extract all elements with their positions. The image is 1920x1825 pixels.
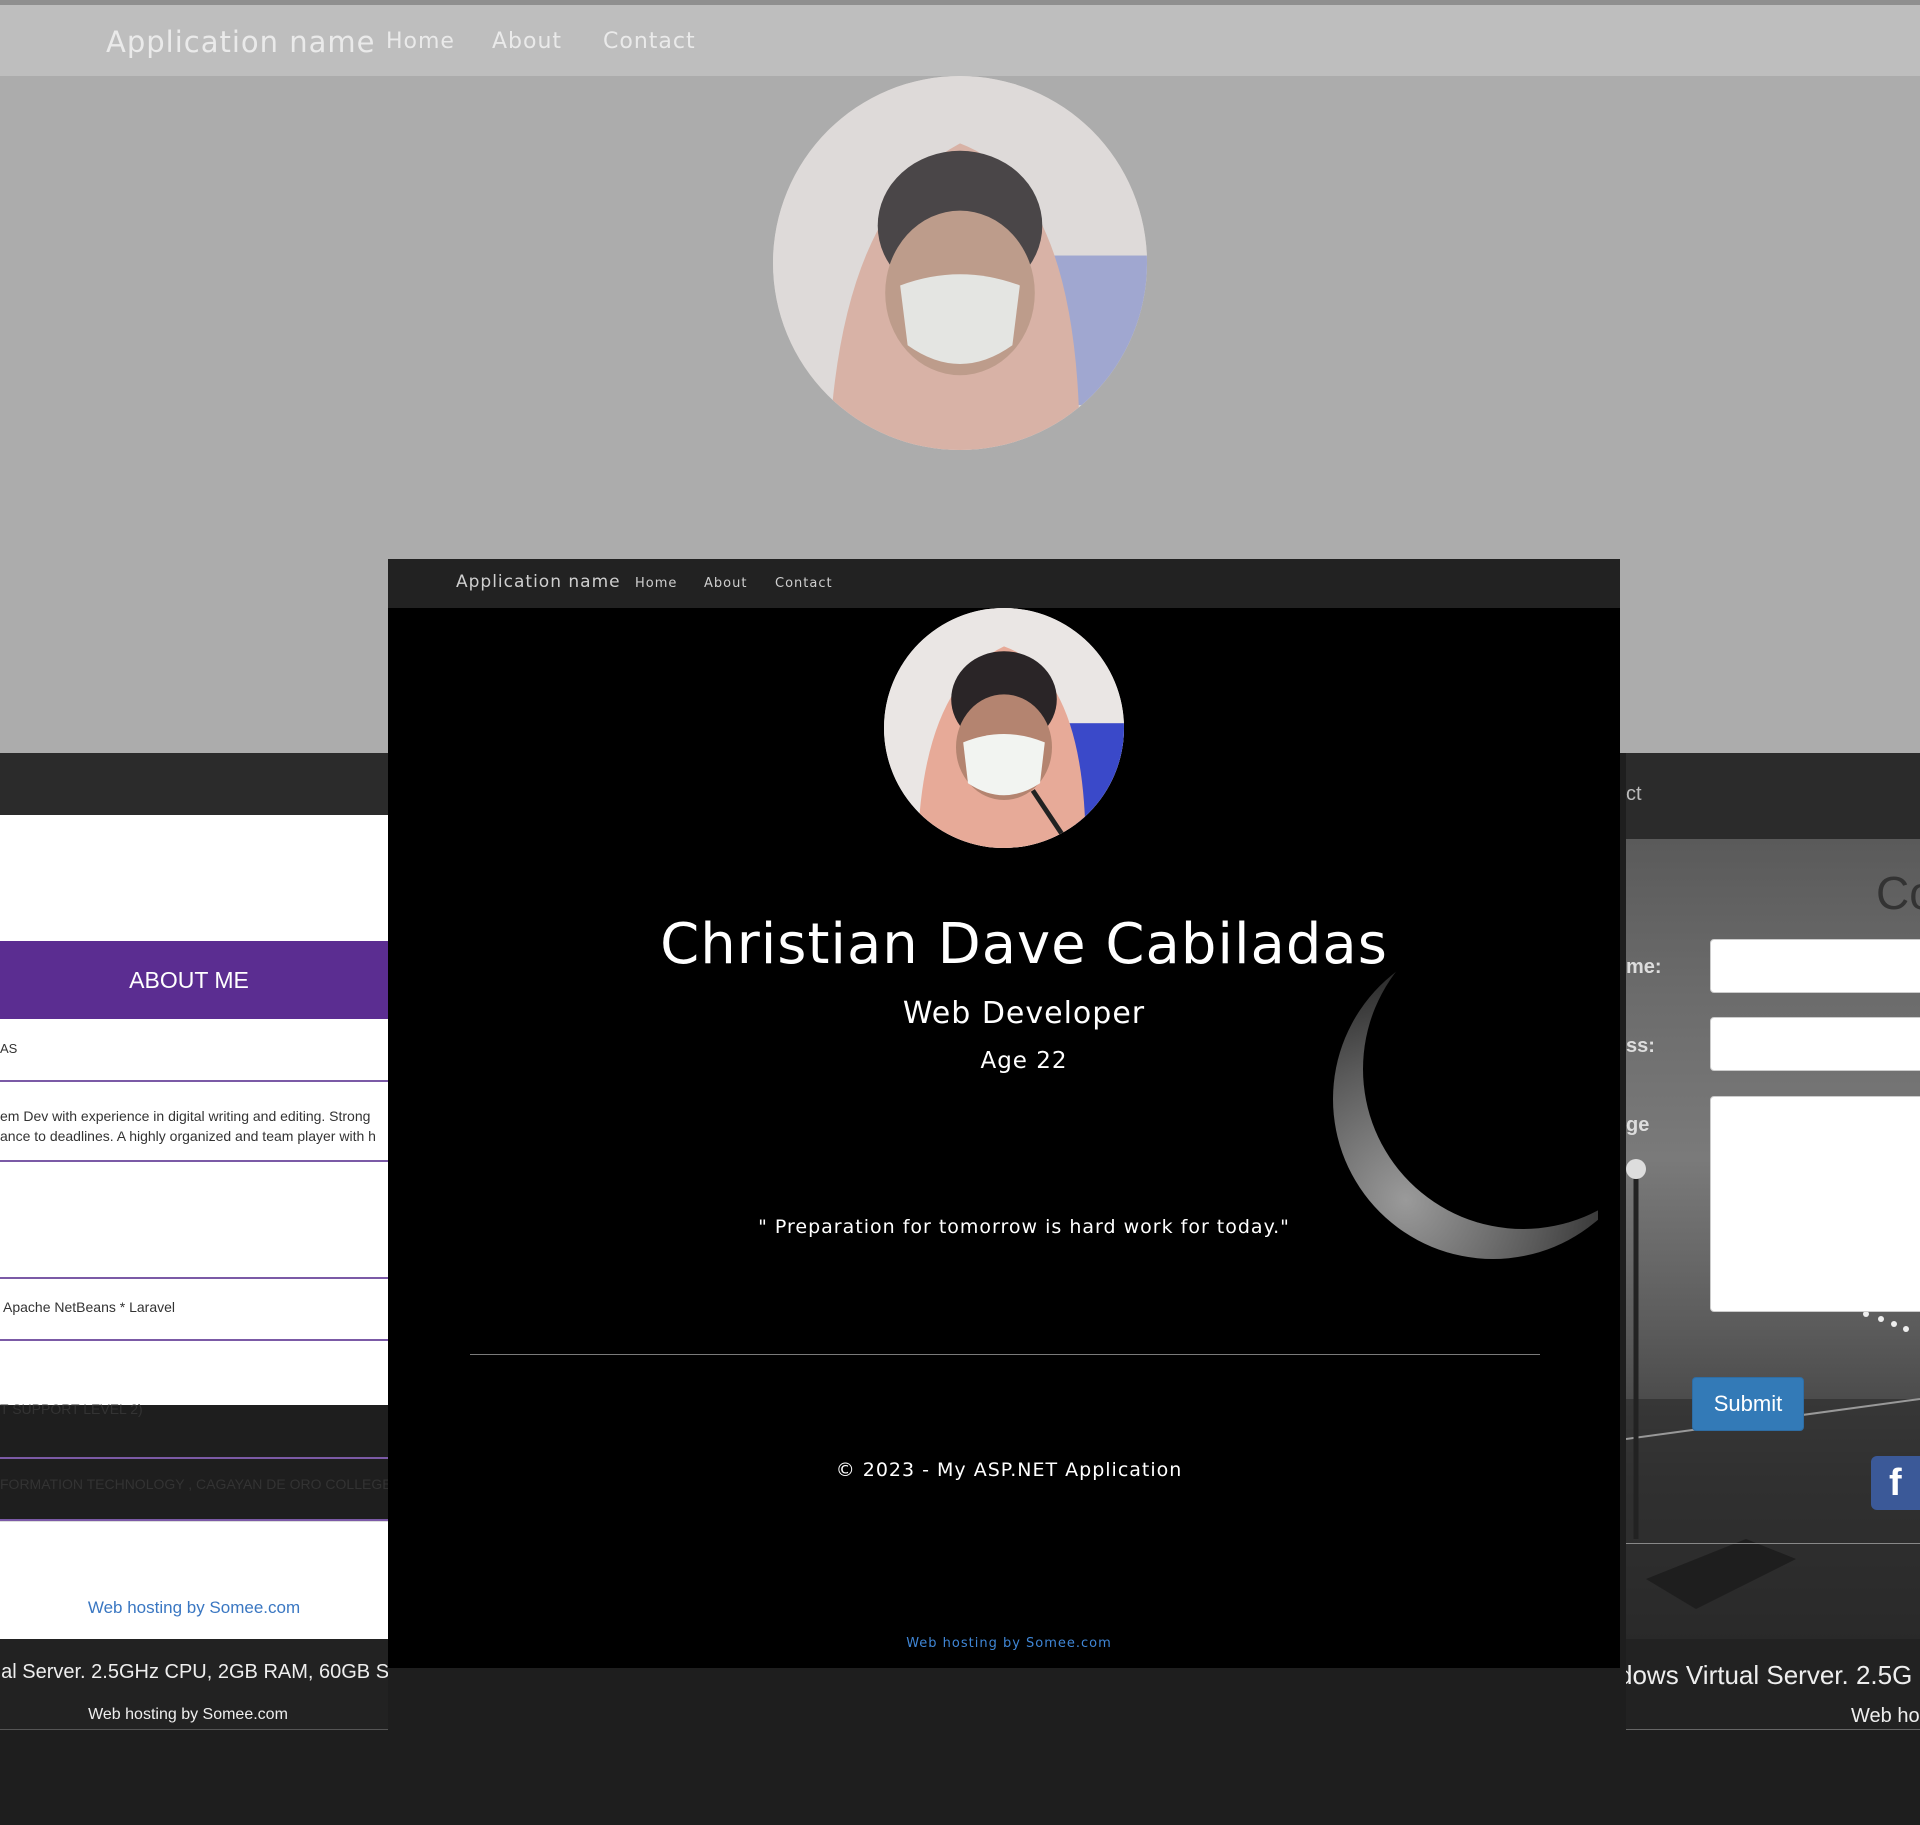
- background-navbar: Application name Home About Contact: [0, 5, 1920, 76]
- home-hosting-link[interactable]: Web hosting by Somee.com: [388, 1636, 1620, 1651]
- facebook-icon[interactable]: f: [1871, 1456, 1920, 1510]
- about-row-summary: em Dev with experience in digital writin…: [0, 1082, 388, 1162]
- message-label: ge: [1626, 1114, 1650, 1136]
- contact-footer-hosting[interactable]: Web ho: [1851, 1705, 1920, 1728]
- home-brand-link[interactable]: Application name: [456, 572, 621, 592]
- background-nav-home[interactable]: Home: [386, 29, 455, 54]
- submit-button[interactable]: Submit: [1692, 1377, 1804, 1431]
- about-server-label: ual Server. 2.5GHz CPU, 2GB RAM, 60GB SS: [0, 1661, 388, 1683]
- background-nav-contact[interactable]: Contact: [603, 29, 696, 54]
- home-nav-about[interactable]: About: [704, 576, 747, 591]
- about-row-text: T SUPPORT LEVEL 2): [0, 1401, 143, 1417]
- about-row-text: FORMATION TECHNOLOGY , CAGAYAN DE ORO CO…: [0, 1476, 388, 1492]
- about-me-header: ABOUT ME: [0, 941, 388, 1019]
- home-nav-home[interactable]: Home: [635, 576, 677, 591]
- about-row-skills: Apache NetBeans * Laravel: [0, 1279, 388, 1341]
- about-footer-area: [0, 1521, 388, 1639]
- contact-title: Co: [1876, 867, 1920, 919]
- about-me-title: ABOUT ME: [129, 966, 249, 993]
- about-hosting-link[interactable]: Web hosting by Somee.com: [0, 1598, 388, 1618]
- about-footer-hosting-label: Web hosting by Somee.com: [88, 1706, 288, 1723]
- background-nav-about[interactable]: About: [492, 29, 562, 54]
- contact-footer-divider: [1626, 1729, 1920, 1730]
- profile-photo: [884, 608, 1124, 848]
- about-server-text: ual Server. 2.5GHz CPU, 2GB RAM, 60GB SS: [0, 1661, 388, 1684]
- contact-nav-fragment[interactable]: ct: [1626, 783, 1642, 806]
- crescent-moon-image: [1278, 969, 1598, 1299]
- about-footer-hosting[interactable]: Web hosting by Somee.com: [0, 1706, 388, 1724]
- background-profile-photo: [773, 76, 1147, 450]
- about-topbar: [0, 753, 388, 815]
- contact-page-screenshot: ct Co me: ss: ge Submit f dows Virtual S…: [1626, 753, 1920, 1730]
- about-row-text: Apache NetBeans * Laravel: [3, 1299, 175, 1315]
- email-address-input[interactable]: [1710, 1017, 1920, 1071]
- about-row-empty: [0, 1162, 388, 1279]
- about-row-text: em Dev with experience in digital writin…: [0, 1108, 371, 1124]
- profile-name: Christian Dave Cabiladas: [660, 912, 1388, 977]
- about-page-screenshot: ABOUT ME AS em Dev with experience in di…: [0, 753, 388, 1730]
- contact-divider: [1626, 1543, 1920, 1544]
- home-nav-contact[interactable]: Contact: [775, 576, 833, 591]
- about-row-name: AS: [0, 1019, 388, 1082]
- background-brand-link[interactable]: Application name: [106, 25, 376, 59]
- name-label: me:: [1626, 956, 1662, 978]
- address-label: ss:: [1626, 1035, 1655, 1057]
- name-input[interactable]: [1710, 939, 1920, 993]
- submit-button-label: Submit: [1713, 1391, 1783, 1416]
- home-navbar: Application name Home About Contact: [388, 559, 1620, 608]
- about-row-experience: T SUPPORT LEVEL 2): [0, 1341, 388, 1459]
- contact-topbar: [1626, 753, 1920, 839]
- home-page-screenshot: Application name Home About Contact Chri…: [388, 559, 1620, 1668]
- message-textarea[interactable]: [1710, 1096, 1920, 1312]
- about-row-text: AS: [0, 1041, 18, 1056]
- about-footer-divider: [0, 1729, 388, 1730]
- home-divider: [470, 1354, 1540, 1355]
- contact-server-text: dows Virtual Server. 2.5G: [1626, 1660, 1913, 1690]
- about-row-education: FORMATION TECHNOLOGY , CAGAYAN DE ORO CO…: [0, 1459, 388, 1521]
- about-row-text: ance to deadlines. A highly organized an…: [0, 1128, 376, 1144]
- copyright-text: © 2023 - My ASP.NET Application: [835, 1459, 1183, 1481]
- profile-quote: " Preparation for tomorrow is hard work …: [758, 1216, 1290, 1238]
